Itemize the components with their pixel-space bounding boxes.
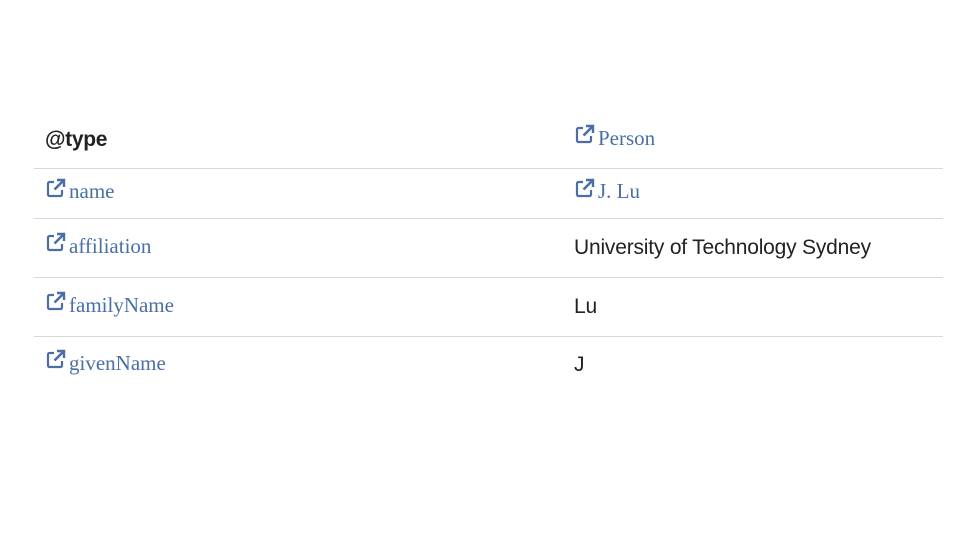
property-value: J — [574, 353, 585, 376]
property-key-cell: @type — [34, 112, 563, 169]
property-value-cell: University of Technology Sydney — [563, 219, 943, 278]
properties-table-container: @type Person name J. Lu affiliation Univ… — [34, 112, 943, 393]
property-value-cell: J. Lu — [563, 169, 943, 219]
external-link-icon — [45, 177, 67, 199]
link-text: J. Lu — [598, 179, 640, 204]
link-text: givenName — [69, 350, 166, 375]
property-value-link[interactable]: J. Lu — [574, 177, 640, 204]
property-key-link[interactable]: familyName — [45, 290, 174, 318]
property-key-cell: givenName — [34, 337, 563, 394]
link-text: familyName — [69, 292, 174, 317]
external-link-icon — [574, 123, 596, 145]
property-key-link[interactable]: affiliation — [45, 231, 152, 259]
link-text: name — [69, 179, 115, 204]
property-key-cell: affiliation — [34, 219, 563, 278]
property-key-cell: familyName — [34, 278, 563, 337]
table-row: familyName Lu — [34, 278, 943, 337]
property-value: University of Technology Sydney — [574, 236, 871, 259]
property-value-cell: Person — [563, 112, 943, 169]
property-value: Lu — [574, 295, 597, 318]
link-text: affiliation — [69, 233, 152, 258]
property-key-link[interactable]: name — [45, 177, 115, 204]
table-row: name J. Lu — [34, 169, 943, 219]
property-key-link[interactable]: givenName — [45, 348, 166, 376]
external-link-icon — [574, 177, 596, 199]
property-key-cell: name — [34, 169, 563, 219]
property-key: @type — [45, 128, 108, 151]
property-value-cell: J — [563, 337, 943, 394]
external-link-icon — [45, 231, 67, 253]
link-text: Person — [598, 125, 656, 150]
external-link-icon — [45, 290, 67, 312]
table-row: affiliation University of Technology Syd… — [34, 219, 943, 278]
properties-table: @type Person name J. Lu affiliation Univ… — [34, 112, 943, 393]
external-link-icon — [45, 348, 67, 370]
table-row: @type Person — [34, 112, 943, 169]
table-row: givenName J — [34, 337, 943, 394]
property-value-cell: Lu — [563, 278, 943, 337]
property-value-link[interactable]: Person — [574, 123, 656, 151]
